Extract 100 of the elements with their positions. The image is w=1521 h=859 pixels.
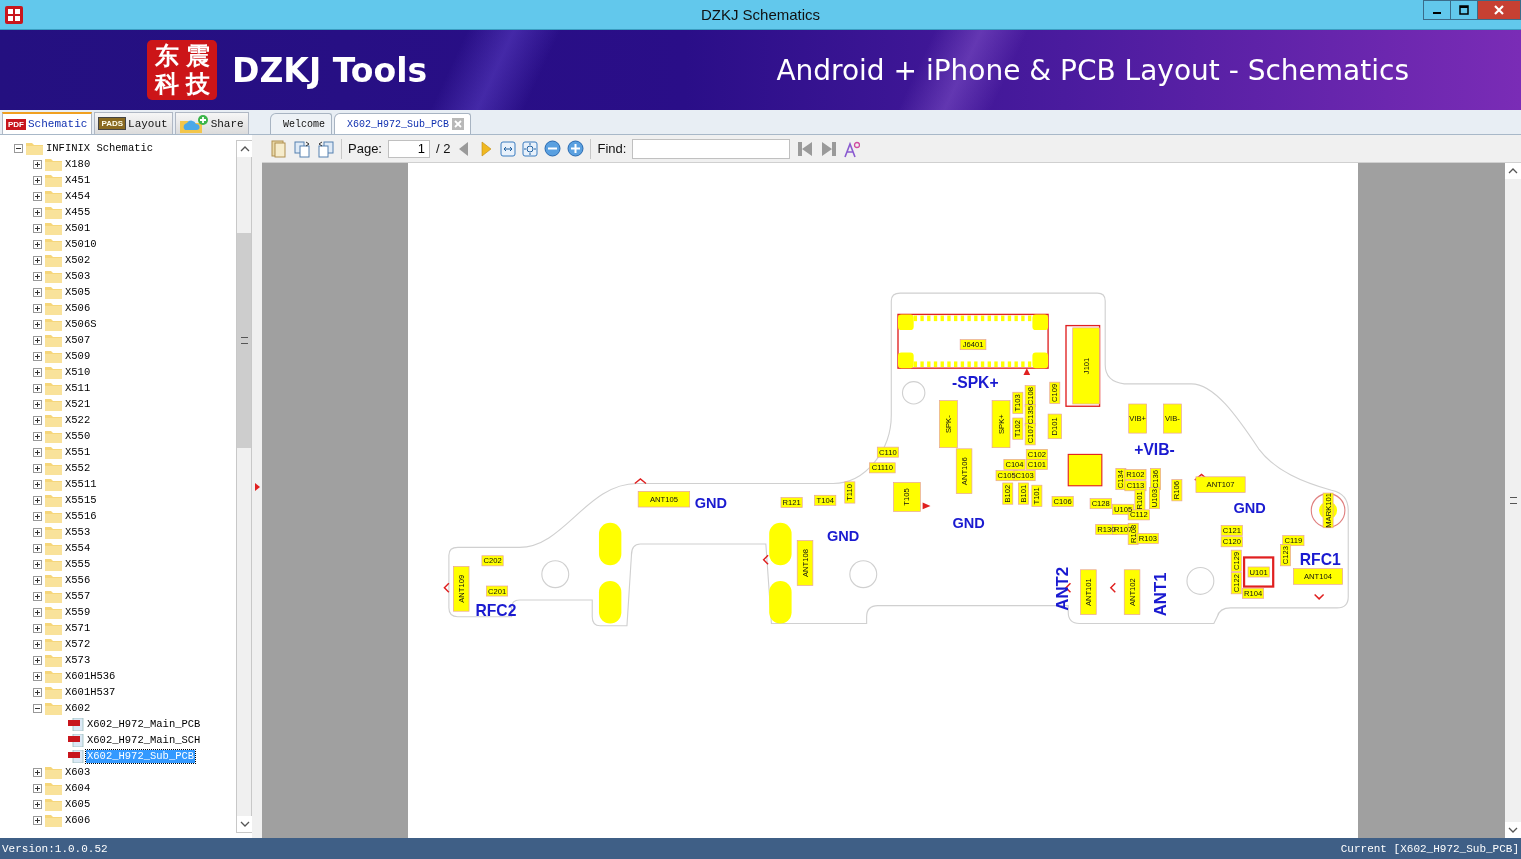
panel-tab[interactable]: PDF Schematic bbox=[2, 112, 93, 134]
expander-toggle[interactable] bbox=[33, 495, 42, 505]
tree-item[interactable]: X556 bbox=[64, 573, 92, 587]
tree-item[interactable]: X603 bbox=[64, 765, 92, 779]
tree-item[interactable]: X180 bbox=[64, 157, 92, 171]
document-tab[interactable]: Welcome bbox=[270, 113, 332, 134]
tree-item[interactable]: X550 bbox=[64, 429, 92, 443]
tree-item[interactable]: X606 bbox=[64, 813, 92, 827]
scroll-down-icon[interactable] bbox=[237, 816, 253, 832]
close-button[interactable] bbox=[1477, 0, 1521, 20]
tree-item[interactable]: X501 bbox=[64, 221, 92, 235]
tree-item[interactable]: X555 bbox=[64, 557, 92, 571]
tree-item[interactable]: X602 bbox=[64, 701, 92, 715]
tree-item[interactable]: X5516 bbox=[64, 509, 98, 523]
expander-toggle[interactable] bbox=[33, 159, 42, 169]
minimize-button[interactable] bbox=[1423, 0, 1451, 20]
expander-toggle[interactable] bbox=[33, 287, 42, 297]
expander-toggle[interactable] bbox=[33, 639, 42, 649]
tree-item[interactable]: INFINIX Schematic bbox=[45, 141, 155, 155]
collapse-arrow-icon[interactable] bbox=[254, 482, 260, 491]
expander-toggle[interactable] bbox=[33, 479, 42, 489]
expander-toggle[interactable] bbox=[33, 271, 42, 281]
document-tab[interactable]: X602_H972_Sub_PCB bbox=[334, 113, 472, 134]
panel-tab[interactable]: Share bbox=[174, 112, 249, 134]
find-field[interactable] bbox=[632, 138, 791, 159]
expander-toggle[interactable] bbox=[33, 223, 42, 233]
expander-toggle[interactable] bbox=[33, 367, 42, 377]
tree-item[interactable]: X507 bbox=[64, 333, 92, 347]
tree-item[interactable]: X559 bbox=[64, 605, 92, 619]
tree-item[interactable]: X553 bbox=[64, 525, 92, 539]
tree-item[interactable]: X605 bbox=[64, 797, 92, 811]
tree-item[interactable]: X509 bbox=[64, 349, 92, 363]
expander-toggle[interactable] bbox=[33, 767, 42, 777]
fit-width-icon[interactable] bbox=[500, 140, 517, 157]
expander-toggle[interactable] bbox=[14, 143, 23, 153]
tree-item[interactable]: X510 bbox=[64, 365, 92, 379]
expander-toggle[interactable] bbox=[33, 703, 42, 713]
tree-item[interactable]: X572 bbox=[64, 637, 92, 651]
tree-item[interactable]: X557 bbox=[64, 589, 92, 603]
expander-toggle[interactable] bbox=[33, 303, 42, 313]
tree-item[interactable]: X5511 bbox=[64, 477, 98, 491]
expander-toggle[interactable] bbox=[33, 527, 42, 537]
rotate-page-icon[interactable] bbox=[317, 139, 335, 158]
expander-toggle[interactable] bbox=[33, 799, 42, 809]
tree-item[interactable]: X511 bbox=[64, 381, 92, 395]
expander-toggle[interactable] bbox=[33, 463, 42, 473]
zoom-out-icon[interactable] bbox=[544, 140, 562, 157]
tree-item[interactable]: X602_H972_Main_SCH bbox=[86, 733, 202, 747]
expander-toggle[interactable] bbox=[33, 415, 42, 425]
tree-item[interactable]: X604 bbox=[64, 781, 92, 795]
expander-toggle[interactable] bbox=[33, 383, 42, 393]
expander-toggle[interactable] bbox=[33, 575, 42, 585]
expander-toggle[interactable] bbox=[33, 447, 42, 457]
tree-item[interactable]: X571 bbox=[64, 621, 92, 635]
expander-toggle[interactable] bbox=[33, 207, 42, 217]
scroll-up-icon[interactable] bbox=[1505, 163, 1521, 179]
tree-item[interactable]: X522 bbox=[64, 413, 92, 427]
scroll-up-icon[interactable] bbox=[237, 141, 253, 157]
tree-item[interactable]: X454 bbox=[64, 189, 92, 203]
tree-item[interactable]: X506S bbox=[64, 317, 98, 331]
expander-toggle[interactable] bbox=[33, 351, 42, 361]
expander-toggle[interactable] bbox=[33, 591, 42, 601]
tree-item[interactable]: X573 bbox=[64, 653, 92, 667]
tree-item[interactable]: X551 bbox=[64, 445, 92, 459]
tree-item[interactable]: X552 bbox=[64, 461, 92, 475]
expander-toggle[interactable] bbox=[33, 399, 42, 409]
tree-item[interactable]: X602_H972_Main_PCB bbox=[86, 717, 202, 731]
expander-toggle[interactable] bbox=[33, 335, 42, 345]
expander-toggle[interactable] bbox=[33, 607, 42, 617]
expander-toggle[interactable] bbox=[33, 783, 42, 793]
tree-item[interactable]: X502 bbox=[64, 253, 92, 267]
tree-item[interactable]: X505 bbox=[64, 285, 92, 299]
scroll-down-icon[interactable] bbox=[1505, 822, 1521, 838]
panel-tab[interactable]: PADS Layout bbox=[94, 112, 173, 134]
tree-item[interactable]: X521 bbox=[64, 397, 92, 411]
expander-toggle[interactable] bbox=[33, 255, 42, 265]
expander-toggle[interactable] bbox=[33, 815, 42, 825]
tree-item[interactable]: X554 bbox=[64, 541, 92, 555]
highlight-icon[interactable] bbox=[844, 139, 861, 158]
tree-item[interactable]: X601H536 bbox=[64, 669, 117, 683]
tree-item[interactable]: X506 bbox=[64, 301, 92, 315]
expander-toggle[interactable] bbox=[33, 623, 42, 633]
expander-toggle[interactable] bbox=[33, 431, 42, 441]
scrollbar[interactable] bbox=[236, 140, 252, 833]
rotate-page-icon[interactable] bbox=[293, 139, 311, 158]
tree-item[interactable]: X5515 bbox=[64, 493, 98, 507]
expander-toggle[interactable] bbox=[33, 239, 42, 249]
fit-page-icon[interactable] bbox=[522, 140, 539, 157]
tree-item[interactable]: X503 bbox=[64, 269, 92, 283]
tree-item[interactable]: X601H537 bbox=[64, 685, 117, 699]
tree-item[interactable]: X451 bbox=[64, 173, 92, 187]
expander-toggle[interactable] bbox=[33, 511, 42, 521]
scrollbar[interactable] bbox=[1505, 163, 1521, 838]
expander-toggle[interactable] bbox=[33, 687, 42, 697]
expander-toggle[interactable] bbox=[33, 319, 42, 329]
page-number-field[interactable]: 1 bbox=[388, 139, 430, 158]
tree-item[interactable]: X455 bbox=[64, 205, 92, 219]
expander-toggle[interactable] bbox=[33, 559, 42, 569]
tree-item[interactable]: X5010 bbox=[64, 237, 98, 251]
expander-toggle[interactable] bbox=[33, 191, 42, 201]
